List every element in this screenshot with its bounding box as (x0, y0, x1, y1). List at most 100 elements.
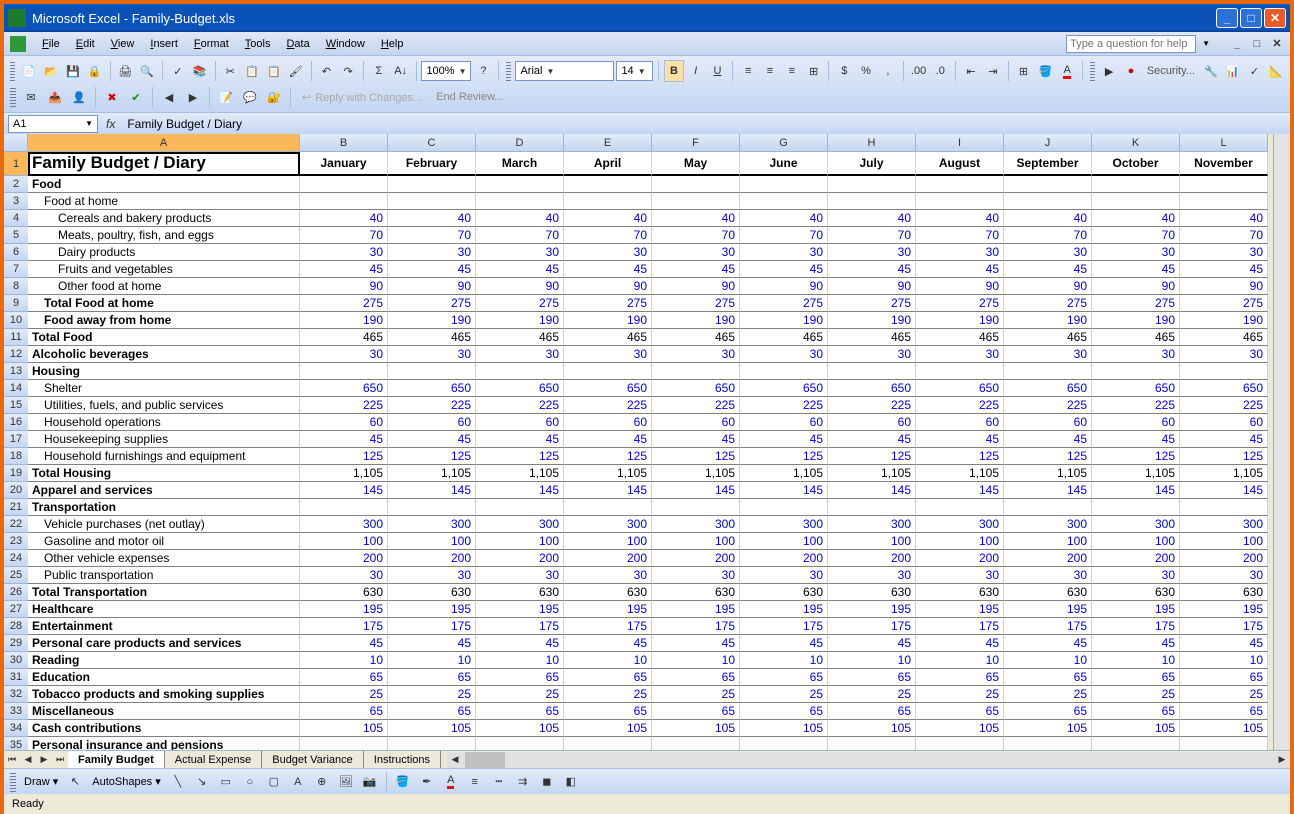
cell-A10[interactable]: Food away from home (28, 312, 300, 329)
autosum-icon[interactable]: Σ (369, 60, 389, 82)
prev-change-icon[interactable]: ◀ (158, 86, 180, 108)
row-header-14[interactable]: 14 (4, 380, 28, 397)
cell-L17[interactable]: 45 (1180, 431, 1268, 448)
cell-D23[interactable]: 100 (476, 533, 564, 550)
cell-A26[interactable]: Total Transportation (28, 584, 300, 601)
cell-A35[interactable]: Personal insurance and pensions (28, 737, 300, 750)
cell-C25[interactable]: 30 (388, 567, 476, 584)
borders-icon[interactable]: ⊞ (1014, 60, 1034, 82)
menu-help[interactable]: Help (373, 36, 412, 52)
cell-J32[interactable]: 25 (1004, 686, 1092, 703)
cell-K26[interactable]: 630 (1092, 584, 1180, 601)
cell-D35[interactable] (476, 737, 564, 750)
column-header-A[interactable]: A (28, 134, 300, 152)
format-painter-icon[interactable]: 🖌 (286, 60, 306, 82)
cell-I14[interactable]: 650 (916, 380, 1004, 397)
cell-K18[interactable]: 125 (1092, 448, 1180, 465)
cell-I5[interactable]: 70 (916, 227, 1004, 244)
cell-C26[interactable]: 630 (388, 584, 476, 601)
cell-L16[interactable]: 60 (1180, 414, 1268, 431)
cell-H29[interactable]: 45 (828, 635, 916, 652)
cell-H12[interactable]: 30 (828, 346, 916, 363)
cell-C18[interactable]: 125 (388, 448, 476, 465)
formula-auditing-icon[interactable]: 📐 (1266, 60, 1286, 82)
row-header-2[interactable]: 2 (4, 176, 28, 193)
cell-B34[interactable]: 105 (300, 720, 388, 737)
row-header-17[interactable]: 17 (4, 431, 28, 448)
permission-icon[interactable]: 🔒 (85, 60, 105, 82)
cell-A32[interactable]: Tobacco products and smoking supplies (28, 686, 300, 703)
column-header-G[interactable]: G (740, 134, 828, 152)
cell-B24[interactable]: 200 (300, 550, 388, 567)
cell-D28[interactable]: 175 (476, 618, 564, 635)
end-review-button[interactable]: End Review... (430, 91, 509, 103)
cell-L28[interactable]: 175 (1180, 618, 1268, 635)
cell-I18[interactable]: 125 (916, 448, 1004, 465)
help-icon[interactable]: ? (473, 60, 493, 82)
cell-J34[interactable]: 105 (1004, 720, 1092, 737)
cell-G8[interactable]: 90 (740, 278, 828, 295)
cell-J3[interactable] (1004, 193, 1092, 210)
cell-I7[interactable]: 45 (916, 261, 1004, 278)
cell-C4[interactable]: 40 (388, 210, 476, 227)
workbook-maximize-icon[interactable]: □ (1250, 37, 1264, 51)
cell-I17[interactable]: 45 (916, 431, 1004, 448)
cell-E25[interactable]: 30 (564, 567, 652, 584)
cell-H23[interactable]: 100 (828, 533, 916, 550)
cell-D19[interactable]: 1,105 (476, 465, 564, 482)
cell-E3[interactable] (564, 193, 652, 210)
cell-A6[interactable]: Dairy products (28, 244, 300, 261)
cell-E2[interactable] (564, 176, 652, 193)
cell-J4[interactable]: 40 (1004, 210, 1092, 227)
cell-B30[interactable]: 10 (300, 652, 388, 669)
cell-H21[interactable] (828, 499, 916, 516)
row-header-21[interactable]: 21 (4, 499, 28, 516)
cell-D1[interactable]: March (476, 152, 564, 176)
redo-icon[interactable]: ↷ (338, 60, 358, 82)
cell-C2[interactable] (388, 176, 476, 193)
cell-B33[interactable]: 65 (300, 703, 388, 720)
cell-I19[interactable]: 1,105 (916, 465, 1004, 482)
cell-F3[interactable] (652, 193, 740, 210)
sheet-tab-family-budget[interactable]: Family Budget (68, 751, 165, 768)
cell-D4[interactable]: 40 (476, 210, 564, 227)
cell-K7[interactable]: 45 (1092, 261, 1180, 278)
cell-J17[interactable]: 45 (1004, 431, 1092, 448)
cell-B25[interactable]: 30 (300, 567, 388, 584)
cell-C22[interactable]: 300 (388, 516, 476, 533)
cell-H7[interactable]: 45 (828, 261, 916, 278)
cell-F21[interactable] (652, 499, 740, 516)
cell-E17[interactable]: 45 (564, 431, 652, 448)
cell-A25[interactable]: Public transportation (28, 567, 300, 584)
cell-E33[interactable]: 65 (564, 703, 652, 720)
cell-A23[interactable]: Gasoline and motor oil (28, 533, 300, 550)
envelope-icon[interactable]: ✉ (20, 86, 42, 108)
cell-H35[interactable] (828, 737, 916, 750)
formula-input[interactable] (123, 115, 1286, 133)
cell-E15[interactable]: 225 (564, 397, 652, 414)
cell-I28[interactable]: 175 (916, 618, 1004, 635)
row-header-26[interactable]: 26 (4, 584, 28, 601)
cell-A13[interactable]: Housing (28, 363, 300, 380)
cell-I11[interactable]: 465 (916, 329, 1004, 346)
cell-E11[interactable]: 465 (564, 329, 652, 346)
cell-C14[interactable]: 650 (388, 380, 476, 397)
insert-picture-icon[interactable]: 📷 (359, 771, 381, 793)
arrow-icon[interactable]: ↘ (191, 771, 213, 793)
cell-G32[interactable]: 25 (740, 686, 828, 703)
cell-L12[interactable]: 30 (1180, 346, 1268, 363)
cell-I2[interactable] (916, 176, 1004, 193)
cell-L15[interactable]: 225 (1180, 397, 1268, 414)
cell-G6[interactable]: 30 (740, 244, 828, 261)
cell-F17[interactable]: 45 (652, 431, 740, 448)
cell-C7[interactable]: 45 (388, 261, 476, 278)
cell-J8[interactable]: 90 (1004, 278, 1092, 295)
textbox-icon[interactable]: ▢ (263, 771, 285, 793)
cell-J5[interactable]: 70 (1004, 227, 1092, 244)
cell-J21[interactable] (1004, 499, 1092, 516)
cell-B27[interactable]: 195 (300, 601, 388, 618)
row-header-3[interactable]: 3 (4, 193, 28, 210)
cell-K33[interactable]: 65 (1092, 703, 1180, 720)
cell-E5[interactable]: 70 (564, 227, 652, 244)
cell-G11[interactable]: 465 (740, 329, 828, 346)
